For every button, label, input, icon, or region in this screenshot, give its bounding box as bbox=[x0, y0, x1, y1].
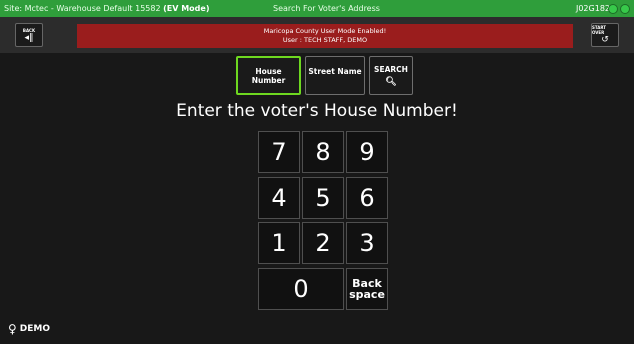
key-1[interactable]: 1 bbox=[258, 222, 300, 264]
site-name: Site: Mctec - Warehouse Default 15582 bbox=[4, 4, 164, 13]
status-indicators bbox=[608, 4, 630, 14]
back-arrow-icon: ◂‖ bbox=[24, 32, 34, 43]
device-id: J02G182 bbox=[575, 4, 610, 13]
connection-status-icon bbox=[608, 4, 618, 14]
search-button-label: SEARCH bbox=[374, 65, 408, 74]
back-button[interactable]: BACK ◂‖ bbox=[15, 23, 43, 47]
search-button[interactable]: SEARCH 🔍︎ bbox=[369, 56, 413, 95]
demo-label: DEMO bbox=[19, 324, 51, 334]
key-9[interactable]: 9 bbox=[346, 131, 388, 173]
header-bar: BACK ◂‖ Maricopa County User Mode Enable… bbox=[0, 17, 634, 53]
key-6[interactable]: 6 bbox=[346, 177, 388, 219]
start-over-label: START OVER bbox=[592, 25, 607, 35]
key-2[interactable]: 2 bbox=[302, 222, 344, 264]
site-info: Site: Mctec - Warehouse Default 15582 (E… bbox=[4, 0, 209, 17]
lightbulb-icon[interactable]: ♀ bbox=[8, 322, 17, 336]
backspace-key[interactable]: Back space bbox=[346, 268, 388, 310]
banner-line-1: Maricopa County User Mode Enabled! bbox=[263, 27, 387, 35]
screen-title: Search For Voter's Address bbox=[273, 4, 380, 13]
key-7[interactable]: 7 bbox=[258, 131, 300, 173]
user-mode-banner: Maricopa County User Mode Enabled! User … bbox=[77, 24, 573, 48]
power-status-icon bbox=[620, 4, 630, 14]
key-4[interactable]: 4 bbox=[258, 177, 300, 219]
banner-line-2: User : TECH STAFF, DEMO bbox=[282, 36, 368, 44]
backspace-label-2: space bbox=[349, 288, 385, 301]
street-name-button[interactable]: Street Name bbox=[305, 56, 365, 95]
house-number-button[interactable]: House Number bbox=[236, 56, 301, 95]
instruction-prompt: Enter the voter's House Number! bbox=[176, 101, 458, 121]
key-5[interactable]: 5 bbox=[302, 177, 344, 219]
start-over-button[interactable]: START OVER ↺ bbox=[591, 23, 619, 47]
restart-icon: ↺ bbox=[601, 35, 609, 45]
key-3[interactable]: 3 bbox=[346, 222, 388, 264]
key-8[interactable]: 8 bbox=[302, 131, 344, 173]
search-icon: 🔍︎ bbox=[385, 77, 397, 87]
key-0[interactable]: 0 bbox=[258, 268, 344, 310]
top-status-bar: Site: Mctec - Warehouse Default 15582 (E… bbox=[0, 0, 634, 17]
footer: ♀ DEMO bbox=[8, 322, 50, 336]
site-mode: (EV Mode) bbox=[163, 4, 210, 13]
